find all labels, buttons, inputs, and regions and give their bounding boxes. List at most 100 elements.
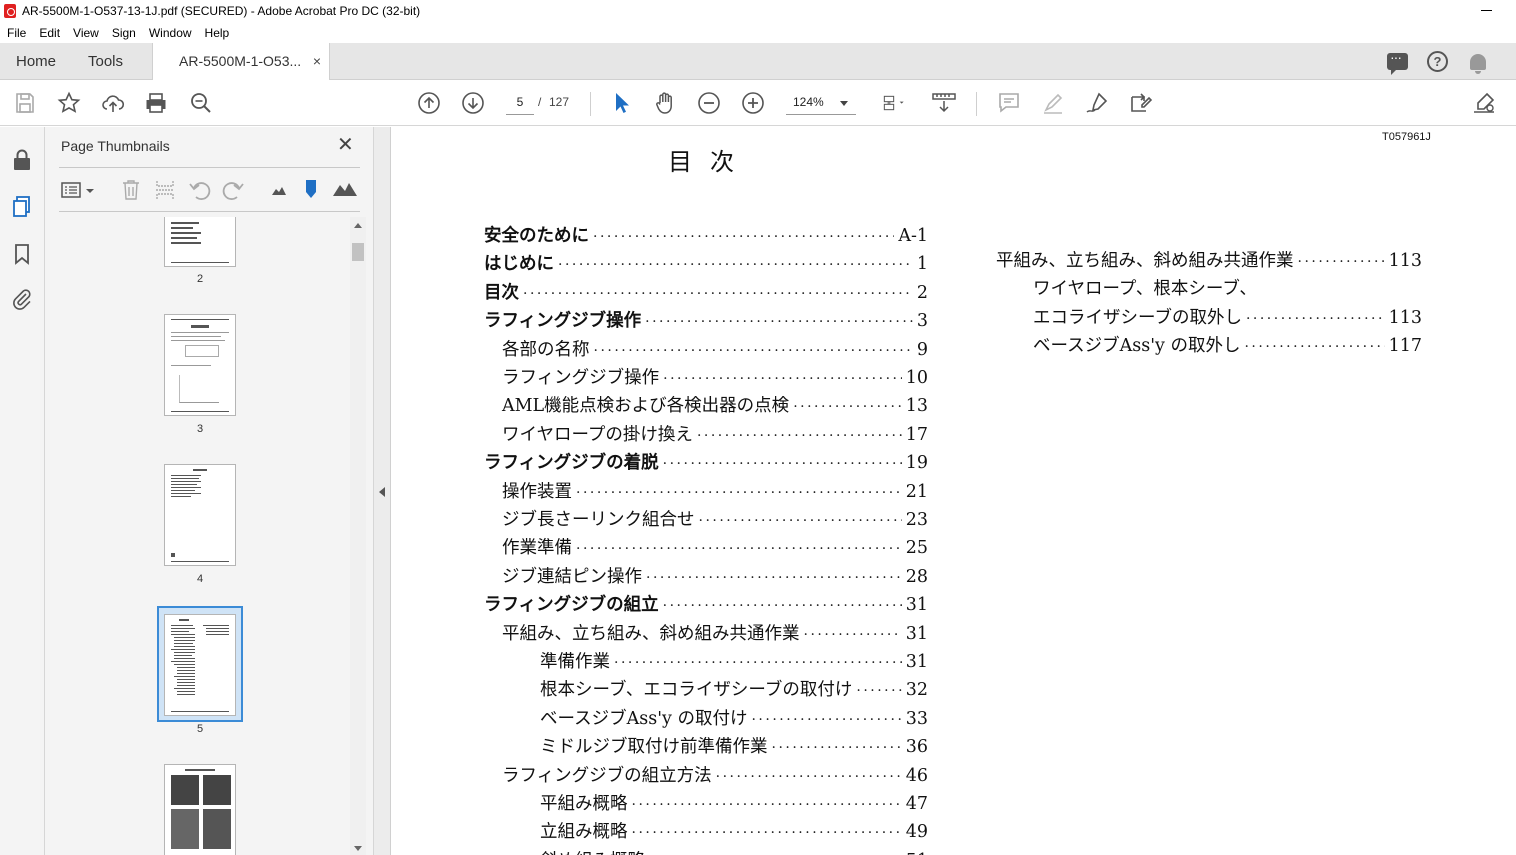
toc-entry[interactable]: 根本シーブ、エコライザシーブの取付け 32 xyxy=(540,676,928,700)
scroll-down-icon[interactable] xyxy=(354,846,362,851)
tab-tools[interactable]: Tools xyxy=(88,43,123,80)
menu-sign[interactable]: Sign xyxy=(105,26,142,40)
toc-entry[interactable]: ベースジブAss'y の取付け 33 xyxy=(540,705,928,729)
extract-pages-icon[interactable] xyxy=(155,179,175,201)
page-number-input[interactable]: 5 xyxy=(506,91,534,115)
previous-page-icon[interactable] xyxy=(417,91,441,115)
document-viewer[interactable]: T057961J 目次 安全のために A-1 はじめに 1 目次 2 ラフィングジブ操作 3 各… xyxy=(392,127,1516,855)
toc-entry-label: ジブ連結ピン操作 xyxy=(502,566,642,587)
toc-entry-page: 9 xyxy=(916,339,928,360)
add-comment-icon[interactable] xyxy=(997,91,1021,115)
page-thumbnail[interactable] xyxy=(164,314,236,416)
options-menu-icon[interactable] xyxy=(61,181,95,199)
delete-trash-icon[interactable] xyxy=(121,179,141,201)
menu-view[interactable]: View xyxy=(66,26,105,40)
page-thumbnail[interactable] xyxy=(164,764,236,855)
toc-entry[interactable]: 操作装置 21 xyxy=(502,478,928,502)
close-panel-icon[interactable]: ✕ xyxy=(337,135,354,155)
thumbnail-scrollbar[interactable] xyxy=(350,217,366,855)
toc-entry[interactable]: ラフィングジブの組立方法 46 xyxy=(502,762,928,786)
comment-icon[interactable] xyxy=(1387,49,1408,75)
toc-entry[interactable]: 平組み、立ち組み、斜め組み共通作業 31 xyxy=(502,620,928,644)
thumbnail-page-number: 2 xyxy=(196,273,204,285)
save-icon[interactable] xyxy=(13,91,37,115)
bookmarks-icon[interactable] xyxy=(11,243,33,265)
toc-entry[interactable]: 目次 2 xyxy=(484,279,928,303)
page-thumbnail[interactable] xyxy=(164,464,236,566)
toc-entry[interactable]: 斜め組み概略 51 xyxy=(540,847,928,855)
tab-document[interactable]: AR-5500M-1-O53... × xyxy=(152,43,330,80)
tab-close-icon[interactable]: × xyxy=(313,43,321,80)
menu-edit[interactable]: Edit xyxy=(32,26,66,40)
toc-entry-page: 32 xyxy=(905,680,928,701)
large-thumbnails-icon[interactable] xyxy=(333,181,357,197)
menu-window[interactable]: Window xyxy=(142,26,198,40)
page-thumbnail[interactable] xyxy=(164,217,236,267)
select-pointer-icon[interactable] xyxy=(609,91,633,115)
toc-entry[interactable]: 各部の名称 9 xyxy=(502,336,928,360)
toc-entry[interactable]: エコライザシーブの取外し 113 xyxy=(1033,304,1422,328)
toc-entry[interactable]: 安全のために A-1 xyxy=(484,222,928,246)
next-page-icon[interactable] xyxy=(461,91,485,115)
toc-entry[interactable]: 準備作業 31 xyxy=(540,648,928,672)
toc-entry[interactable]: はじめに 1 xyxy=(484,250,928,274)
notification-bell-icon[interactable] xyxy=(1470,51,1486,74)
toc-entry[interactable]: ワイヤロープ、根本シーブ、 xyxy=(1033,275,1422,299)
tab-home[interactable]: Home xyxy=(16,43,56,80)
small-thumbnails-icon[interactable] xyxy=(272,186,286,196)
upload-cloud-icon[interactable] xyxy=(101,91,125,115)
toc-entry[interactable]: 作業準備 25 xyxy=(502,534,928,558)
cloud-pen-icon[interactable] xyxy=(1472,91,1496,115)
toc-leader-dots xyxy=(593,229,894,245)
highlight-icon[interactable] xyxy=(1041,91,1065,115)
toc-entry[interactable]: AML機能点検および各検出器の点検 13 xyxy=(502,392,928,416)
toc-entry[interactable]: ミドルジブ取付け前準備作業 36 xyxy=(540,733,928,757)
hand-tool-icon[interactable] xyxy=(653,91,677,115)
page-thumbnails-icon[interactable] xyxy=(11,195,33,217)
title-bar: AR-5500M-1-O537-13-1J.pdf (SECURED) - Ad… xyxy=(0,0,1516,22)
toc-entry[interactable]: ラフィングジブの着脱 19 xyxy=(484,449,928,473)
zoom-level-select[interactable]: 124% xyxy=(786,91,856,115)
lock-icon[interactable] xyxy=(11,149,33,171)
menu-help[interactable]: Help xyxy=(198,26,236,40)
zoom-out-icon[interactable] xyxy=(697,91,721,115)
attachments-paperclip-icon[interactable] xyxy=(11,288,33,310)
scroll-mode-icon[interactable] xyxy=(932,91,956,115)
toc-entry[interactable]: ジブ長さーリンク組合せ 23 xyxy=(502,506,928,530)
sign-pen-icon[interactable] xyxy=(1085,91,1109,115)
toc-entry-page: 3 xyxy=(916,311,928,332)
page-thumbnail-selected[interactable] xyxy=(164,614,236,716)
bookmark-star-icon[interactable] xyxy=(57,91,81,115)
collapse-arrow-icon[interactable] xyxy=(379,487,385,497)
toc-entry[interactable]: 立組み概略 49 xyxy=(540,818,928,842)
toc-entry[interactable]: ラフィングジブ操作 10 xyxy=(502,364,928,388)
toc-entry[interactable]: ベースジブAss'y の取外し 117 xyxy=(1033,332,1422,356)
panel-collapse-splitter[interactable] xyxy=(374,127,391,855)
thumbnail-size-slider-icon[interactable] xyxy=(304,179,318,199)
toc-entry-label: ベースジブAss'y の取付け xyxy=(540,708,748,729)
page-display-icon[interactable] xyxy=(877,91,913,115)
menu-file[interactable]: File xyxy=(0,26,32,40)
print-icon[interactable] xyxy=(144,91,168,115)
toc-entry[interactable]: ラフィングジブの組立 31 xyxy=(484,591,928,615)
toc-entry-page: 28 xyxy=(905,566,928,587)
toc-entry[interactable]: ジブ連結ピン操作 28 xyxy=(502,563,928,587)
toc-entry[interactable]: ワイヤロープの掛け換え 17 xyxy=(502,421,928,445)
zoom-search-icon[interactable] xyxy=(189,91,213,115)
share-edit-icon[interactable] xyxy=(1129,91,1153,115)
help-icon[interactable]: ? xyxy=(1427,51,1448,73)
scroll-up-icon[interactable] xyxy=(354,223,362,228)
toc-entry[interactable]: ラフィングジブ操作 3 xyxy=(484,307,928,331)
rotate-left-icon[interactable] xyxy=(189,180,211,200)
scrollbar-thumb[interactable] xyxy=(352,243,364,261)
rotate-right-icon[interactable] xyxy=(222,180,244,200)
minimize-icon[interactable] xyxy=(1481,10,1492,11)
toc-entry-label: 平組み、立ち組み、斜め組み共通作業 xyxy=(996,251,1294,271)
toc-entry[interactable]: 平組み、立ち組み、斜め組み共通作業 113 xyxy=(996,247,1422,271)
toc-leader-dots xyxy=(663,371,902,387)
zoom-in-icon[interactable] xyxy=(741,91,765,115)
toc-entry-label: 準備作業 xyxy=(540,652,610,672)
toc-leader-dots xyxy=(614,655,902,671)
toc-entry[interactable]: 平組み概略 47 xyxy=(540,790,928,814)
toc-entry-label: 目次 xyxy=(484,282,519,303)
